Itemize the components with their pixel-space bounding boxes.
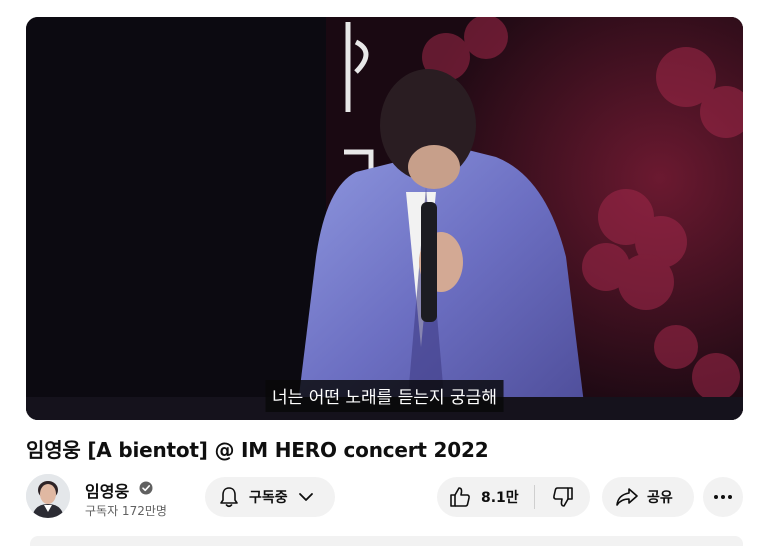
bell-icon <box>220 487 238 508</box>
share-button[interactable]: 공유 <box>602 477 694 517</box>
video-subtitle: 너는 어떤 노래를 듣는지 궁금해 <box>265 380 504 412</box>
share-label: 공유 <box>647 490 673 506</box>
like-button[interactable]: 8.1만 <box>437 477 534 517</box>
like-count: 8.1만 <box>481 490 519 506</box>
share-icon <box>616 488 638 506</box>
avatar-image <box>26 474 70 518</box>
video-frame <box>26 17 743 420</box>
chevron-down-icon <box>298 493 313 501</box>
video-title: 임영웅 [A bientot] @ IM HERO concert 2022 <box>26 438 489 462</box>
more-horizontal-icon <box>714 495 732 499</box>
dislike-button[interactable] <box>535 477 590 517</box>
description-box-top[interactable] <box>30 536 743 546</box>
thumbs-up-icon <box>450 487 470 507</box>
verified-badge-icon <box>139 481 153 495</box>
subscribed-button[interactable]: 구독중 <box>205 477 335 517</box>
video-player[interactable]: 너는 어떤 노래를 듣는지 궁금해 <box>26 17 743 420</box>
subscribed-label: 구독중 <box>249 490 288 506</box>
thumbs-down-icon <box>552 487 573 507</box>
subscriber-count: 구독자 172만명 <box>85 504 167 518</box>
channel-avatar[interactable] <box>26 474 70 518</box>
more-actions-button[interactable] <box>703 477 743 517</box>
channel-name[interactable]: 임영웅 <box>85 478 129 502</box>
like-dislike-group: 8.1만 <box>437 477 590 517</box>
